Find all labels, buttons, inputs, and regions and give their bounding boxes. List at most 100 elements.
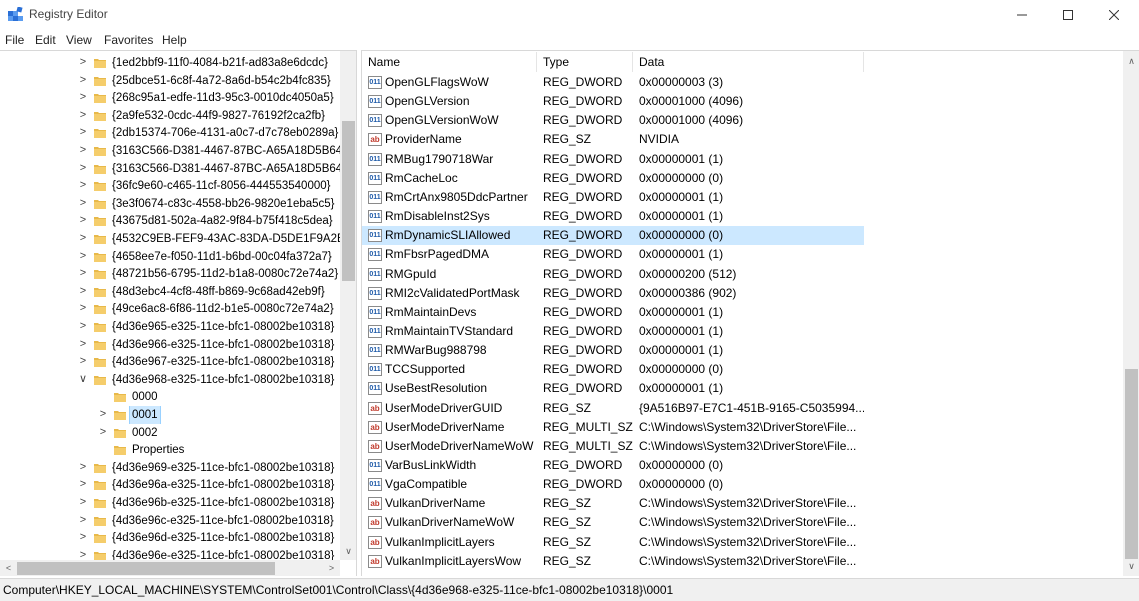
menu-edit[interactable]: Edit bbox=[35, 33, 56, 47]
chevron-right-icon[interactable]: > bbox=[77, 89, 89, 107]
value-row[interactable]: 011 RMGpuId REG_DWORD 0x00000200 (512) bbox=[362, 265, 1123, 284]
tree-node[interactable]: > {25dbce51-6c8f-4a72-8a6d-b54c2b4fc835} bbox=[0, 72, 340, 90]
tree-node[interactable]: > {2db15374-706e-4131-a0c7-d7c78eb0289a} bbox=[0, 124, 340, 142]
tree-node[interactable]: > {3163C566-D381-4467-87BC-A65A18D5B64A} bbox=[0, 160, 340, 178]
value-row[interactable]: ab ProviderName REG_SZ NVIDIA bbox=[362, 130, 1123, 149]
chevron-right-icon[interactable]: > bbox=[77, 283, 89, 301]
chevron-right-icon[interactable]: > bbox=[77, 248, 89, 266]
value-row[interactable]: 011 RmCrtAnx9805DdcPartner REG_DWORD 0x0000… bbox=[362, 188, 1123, 207]
values-list-pane[interactable]: Name Type Data 011 OpenGLFlagsWoW REG_DWOR… bbox=[361, 50, 1139, 576]
value-row[interactable]: 011 RmFbsrPagedDMA REG_DWORD 0x00000001 (1) bbox=[362, 245, 1123, 264]
tree-node[interactable]: > {48721b56-6795-11d2-b1a8-0080c72e74a2} bbox=[0, 265, 340, 283]
chevron-right-icon[interactable]: > bbox=[77, 476, 89, 494]
value-row[interactable]: 011 TCCSupported REG_DWORD 0x00000000 (0) bbox=[362, 360, 1123, 379]
tree-node[interactable]: >0001 bbox=[0, 406, 340, 424]
tree-node[interactable]: > {3e3f0674-c83c-4558-bb26-9820e1eba5c5} bbox=[0, 195, 340, 213]
value-row[interactable]: ab UserModeDriverNameWoW REG_MULTI_SZ C:\Wi… bbox=[362, 437, 1123, 456]
value-row[interactable]: 011 RmDisableInst2Sys REG_DWORD 0x00000001 … bbox=[362, 207, 1123, 226]
tree-node[interactable]: > {4d36e96b-e325-11ce-bfc1-08002be10318} bbox=[0, 494, 340, 512]
scroll-left-icon[interactable]: < bbox=[0, 560, 17, 576]
chevron-right-icon[interactable]: > bbox=[77, 177, 89, 195]
value-row[interactable]: 011 RmMaintainTVStandard REG_DWORD 0x000000… bbox=[362, 322, 1123, 341]
value-row[interactable]: 011 RmDynamicSLIAllowed REG_DWORD 0x0000000… bbox=[362, 226, 1123, 246]
value-row[interactable]: 011 RmCacheLoc REG_DWORD 0x00000000 (0) bbox=[362, 169, 1123, 188]
value-row[interactable]: 011 VarBusLinkWidth REG_DWORD 0x00000000 (0… bbox=[362, 456, 1123, 475]
scroll-right-icon[interactable]: > bbox=[323, 560, 340, 576]
key-tree-pane[interactable]: > {1ed2bbf9-11f0-4084-b21f-ad83a8e6dcdc} >… bbox=[0, 50, 357, 576]
tree-horizontal-scrollbar[interactable]: < > bbox=[0, 560, 340, 576]
value-row[interactable]: 011 OpenGLVersionWoW REG_DWORD 0x00001000 (… bbox=[362, 111, 1123, 130]
value-row[interactable]: ab UserModeDriverGUID REG_SZ {9A516B97-E7C1… bbox=[362, 399, 1123, 418]
chevron-right-icon[interactable]: > bbox=[77, 318, 89, 336]
tree-hscroll-thumb[interactable] bbox=[17, 562, 275, 575]
tree-node[interactable]: > {4658ee7e-f050-11d1-b6bd-00c04fa372a7} bbox=[0, 248, 340, 266]
value-row[interactable]: 011 RMWarBug988798 REG_DWORD 0x00000001 (1) bbox=[362, 341, 1123, 360]
value-row[interactable]: 011 RMBug1790718War REG_DWORD 0x00000001 (1… bbox=[362, 150, 1123, 169]
chevron-right-icon[interactable]: > bbox=[77, 494, 89, 512]
chevron-right-icon[interactable]: > bbox=[77, 300, 89, 318]
tree-node[interactable]: > {4d36e965-e325-11ce-bfc1-08002be10318} bbox=[0, 318, 340, 336]
scroll-down-icon[interactable]: ∨ bbox=[1123, 558, 1139, 575]
tree-node[interactable]: > {3163C566-D381-4467-87BC-A65A18D5B649} bbox=[0, 142, 340, 160]
tree-node[interactable]: > {43675d81-502a-4a82-9f84-b75f418c5dea} bbox=[0, 212, 340, 230]
value-row[interactable]: 011 RmMaintainDevs REG_DWORD 0x00000001 (1) bbox=[362, 303, 1123, 322]
value-row[interactable]: ab VulkanDriverNameWoW REG_SZ C:\Windows\Sy… bbox=[362, 513, 1123, 532]
chevron-right-icon[interactable]: > bbox=[77, 353, 89, 371]
menu-file[interactable]: File bbox=[5, 33, 24, 47]
scroll-up-icon[interactable]: ∧ bbox=[1123, 53, 1139, 70]
tree-node[interactable]: Properties bbox=[0, 441, 340, 459]
chevron-right-icon[interactable]: > bbox=[97, 424, 109, 442]
chevron-right-icon[interactable]: > bbox=[77, 107, 89, 125]
tree-node[interactable]: >0002 bbox=[0, 424, 340, 442]
chevron-right-icon[interactable]: > bbox=[77, 230, 89, 248]
tree-node[interactable]: > {4d36e96d-e325-11ce-bfc1-08002be10318} bbox=[0, 529, 340, 547]
chevron-down-icon[interactable]: ∨ bbox=[77, 371, 89, 389]
chevron-right-icon[interactable]: > bbox=[77, 265, 89, 283]
tree-node[interactable]: > {268c95a1-edfe-11d3-95c3-0010dc4050a5} bbox=[0, 89, 340, 107]
chevron-right-icon[interactable]: > bbox=[77, 72, 89, 90]
scroll-down-icon[interactable]: ∨ bbox=[340, 543, 356, 560]
column-header-name[interactable]: Name bbox=[362, 52, 537, 72]
value-row[interactable]: 011 UseBestResolution REG_DWORD 0x00000001 … bbox=[362, 379, 1123, 398]
chevron-right-icon[interactable]: > bbox=[77, 212, 89, 230]
tree-node[interactable]: > {4532C9EB-FEF9-43AC-83DA-D5DE1F9A2B04} bbox=[0, 230, 340, 248]
chevron-right-icon[interactable]: > bbox=[77, 160, 89, 178]
close-button[interactable] bbox=[1091, 0, 1137, 30]
list-scroll-thumb[interactable] bbox=[1125, 369, 1138, 559]
column-header-data[interactable]: Data bbox=[633, 52, 864, 72]
value-row[interactable]: 011 RMI2cValidatedPortMask REG_DWORD 0x0000… bbox=[362, 284, 1123, 303]
chevron-right-icon[interactable]: > bbox=[77, 54, 89, 72]
tree-scroll-thumb[interactable] bbox=[342, 121, 355, 281]
tree-node[interactable]: ∨ {4d36e968-e325-11ce-bfc1-08002be10318} bbox=[0, 371, 340, 389]
list-vertical-scrollbar[interactable]: ∧ ∨ bbox=[1123, 51, 1139, 576]
value-row[interactable]: ab VulkanImplicitLayers REG_SZ C:\Windows\S… bbox=[362, 533, 1123, 552]
value-row[interactable]: ab VulkanImplicitLayersWow REG_SZ C:\Window… bbox=[362, 552, 1123, 571]
tree-node[interactable]: > {2a9fe532-0cdc-44f9-9827-76192f2ca2fb} bbox=[0, 107, 340, 125]
chevron-right-icon[interactable]: > bbox=[77, 124, 89, 142]
tree-node[interactable]: > {36fc9e60-c465-11cf-8056-444553540000} bbox=[0, 177, 340, 195]
value-row[interactable]: 011 VgaCompatible REG_DWORD 0x00000000 (0) bbox=[362, 475, 1123, 494]
chevron-right-icon[interactable]: > bbox=[77, 459, 89, 477]
chevron-right-icon[interactable]: > bbox=[77, 142, 89, 160]
chevron-right-icon[interactable]: > bbox=[77, 512, 89, 530]
chevron-right-icon[interactable]: > bbox=[77, 529, 89, 547]
menu-favorites[interactable]: Favorites bbox=[104, 33, 153, 47]
value-row[interactable]: ab UserModeDriverName REG_MULTI_SZ C:\Windo… bbox=[362, 418, 1123, 437]
menu-help[interactable]: Help bbox=[162, 33, 187, 47]
tree-node[interactable]: > {48d3ebc4-4cf8-48ff-b869-9c68ad42eb9f} bbox=[0, 283, 340, 301]
maximize-button[interactable] bbox=[1045, 0, 1091, 30]
minimize-button[interactable] bbox=[999, 0, 1045, 30]
value-row[interactable]: 011 OpenGLFlagsWoW REG_DWORD 0x00000003 (3) bbox=[362, 73, 1123, 92]
chevron-right-icon[interactable]: > bbox=[97, 406, 109, 424]
tree-node[interactable]: > {4d36e966-e325-11ce-bfc1-08002be10318} bbox=[0, 336, 340, 354]
column-header-type[interactable]: Type bbox=[537, 52, 633, 72]
tree-vertical-scrollbar[interactable]: ∨ bbox=[340, 51, 356, 560]
value-row[interactable]: ab VulkanDriverName REG_SZ C:\Windows\Syste… bbox=[362, 494, 1123, 513]
tree-node[interactable]: > {49ce6ac8-6f86-11d2-b1e5-0080c72e74a2} bbox=[0, 300, 340, 318]
chevron-right-icon[interactable]: > bbox=[77, 195, 89, 213]
value-row[interactable]: 011 OpenGLVersion REG_DWORD 0x00001000 (409… bbox=[362, 92, 1123, 111]
chevron-right-icon[interactable]: > bbox=[77, 336, 89, 354]
tree-node[interactable]: 0000 bbox=[0, 388, 340, 406]
tree-node[interactable]: > {1ed2bbf9-11f0-4084-b21f-ad83a8e6dcdc} bbox=[0, 54, 340, 72]
tree-node[interactable]: > {4d36e96c-e325-11ce-bfc1-08002be10318} bbox=[0, 512, 340, 530]
